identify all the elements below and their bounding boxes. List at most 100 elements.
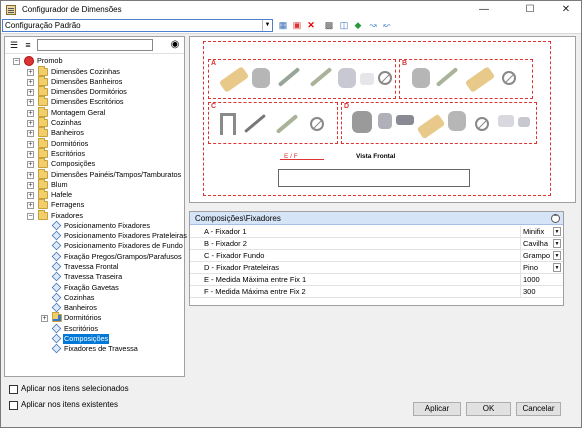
property-value-input[interactable]: 1000 <box>520 274 563 285</box>
export-icon[interactable]: ◫ <box>338 20 350 31</box>
tree-item[interactable]: Dimensões Escritórios <box>51 97 124 107</box>
unlink-icon[interactable]: ↜ <box>381 20 393 31</box>
delete-icon[interactable]: ✕ <box>305 20 317 31</box>
tree-item[interactable]: Dormitórios <box>51 139 88 149</box>
tree-item[interactable]: Ferragens <box>51 200 84 210</box>
tree-child[interactable]: Posicionamento Fixadores Prateleiras <box>64 231 187 241</box>
tree-item[interactable]: Montagem Geral <box>51 108 105 118</box>
tree-child[interactable]: Travessa Traseira <box>64 272 122 282</box>
chevron-down-icon[interactable]: ▼ <box>262 20 272 31</box>
property-name: E - Medida Máxima entre Fix 1 <box>204 275 307 284</box>
chevron-down-icon[interactable]: ▼ <box>553 251 561 260</box>
tree-child[interactable]: Travessa Frontal <box>64 262 118 272</box>
tree-child[interactable]: Dormitórios <box>64 313 101 323</box>
folder-icon <box>38 169 48 179</box>
tree-child[interactable]: Fixação Gavetas <box>64 283 119 293</box>
folder-icon <box>38 127 48 137</box>
property-row: F - Medida Máxima entre Fix 2 300 <box>190 286 563 298</box>
binoculars-icon[interactable]: ◉ <box>170 40 180 50</box>
tree-child-selected[interactable]: Composições <box>63 334 110 344</box>
link-icon[interactable]: ↝ <box>367 20 379 31</box>
property-value[interactable]: Grampo ▼ <box>520 250 563 261</box>
expand-toggle[interactable]: + <box>27 172 34 179</box>
property-value[interactable]: Pino ▼ <box>520 262 563 273</box>
close-icon[interactable]: ✕ <box>553 1 579 18</box>
tree-item[interactable]: Dimensões Dormitórios <box>51 87 127 97</box>
tree-child[interactable]: Fixadores de Travessa <box>64 344 138 354</box>
ok-button[interactable]: OK <box>466 402 511 416</box>
config-leaf-icon <box>51 261 62 272</box>
rename-icon[interactable]: ▦ <box>277 20 289 31</box>
expand-toggle[interactable]: + <box>27 110 34 117</box>
property-name: F - Medida Máxima entre Fix 2 <box>204 287 306 296</box>
chevron-down-icon[interactable]: ▼ <box>553 227 561 236</box>
tree-item[interactable]: Hafele <box>51 190 72 200</box>
expand-toggle[interactable]: + <box>27 141 34 148</box>
tree-view[interactable]: − Promob + Dimensões Cozinhas + Dimensões … <box>5 55 187 375</box>
minifix-image <box>448 111 466 131</box>
tree-item[interactable]: Dimensões Painéis/Tampos/Tamburatos <box>51 170 181 180</box>
tree-item[interactable]: Banheiros <box>51 128 84 138</box>
tree-child[interactable]: Fixação Pregos/Grampos/Parafusos <box>64 252 182 262</box>
tree-item[interactable]: Composições <box>51 159 95 169</box>
property-row: B - Fixador 2 Cavilha ▼ <box>190 238 563 250</box>
property-value[interactable]: Cavilha ▼ <box>520 238 563 249</box>
tree-root[interactable]: Promob <box>37 56 63 66</box>
property-value-input[interactable]: 300 <box>520 286 563 297</box>
property-name: D - Fixador Prateleiras <box>204 263 280 272</box>
collapse-all-icon[interactable]: ≡ <box>23 40 33 50</box>
expand-toggle[interactable]: + <box>27 130 34 137</box>
collapse-icon[interactable]: ⌃ <box>551 214 560 223</box>
tree-item[interactable]: Dimensões Banheiros <box>51 77 122 87</box>
config-leaf-icon <box>51 251 62 262</box>
expand-toggle[interactable]: + <box>27 99 34 106</box>
expand-toggle[interactable]: + <box>27 69 34 76</box>
expand-toggle[interactable]: + <box>27 192 34 199</box>
folder-icon <box>38 96 48 106</box>
save-icon[interactable]: ▩ <box>323 20 335 31</box>
chevron-down-icon[interactable]: ▼ <box>553 239 561 248</box>
property-value-text: Grampo <box>523 251 551 260</box>
new-config-icon[interactable]: ▣ <box>291 20 303 31</box>
apply-selected-checkbox[interactable] <box>9 385 18 394</box>
expand-toggle[interactable]: + <box>27 79 34 86</box>
tree-child[interactable]: Escritórios <box>64 324 98 334</box>
collapse-toggle[interactable]: − <box>13 58 20 65</box>
expand-toggle[interactable]: + <box>41 315 48 322</box>
expand-toggle[interactable]: + <box>27 202 34 209</box>
expand-toggle[interactable]: + <box>27 89 34 96</box>
expand-all-icon[interactable]: ☰ <box>9 40 19 50</box>
minimize-icon[interactable]: — <box>471 1 497 18</box>
chevron-down-icon[interactable]: ▼ <box>553 263 561 272</box>
apply-existing-checkbox[interactable] <box>9 401 18 410</box>
folder-icon <box>38 66 48 76</box>
apply-all-icon[interactable]: ◆ <box>352 20 364 31</box>
apply-button[interactable]: Aplicar <box>413 402 461 416</box>
expand-toggle[interactable]: + <box>27 151 34 158</box>
tree-child[interactable]: Cozinhas <box>64 293 94 303</box>
cancel-button[interactable]: Cancelar <box>516 402 561 416</box>
tree-child[interactable]: Posicionamento Fixadores de Fundo <box>64 241 183 251</box>
tree-child[interactable]: Banheiros <box>64 303 97 313</box>
maximize-icon[interactable]: ☐ <box>517 1 543 18</box>
tree-item[interactable]: Dimensões Cozinhas <box>51 67 120 77</box>
group-d-label: D <box>344 103 350 110</box>
config-leaf-icon <box>51 302 62 313</box>
expand-toggle[interactable]: + <box>27 120 34 127</box>
tree-child[interactable]: Posicionamento Fixadores <box>64 221 150 231</box>
folder-icon <box>38 189 48 199</box>
property-value-text: Minifix <box>523 227 545 236</box>
collapse-toggle[interactable]: − <box>27 213 34 220</box>
folder-icon <box>52 312 62 322</box>
property-value[interactable]: Minifix ▼ <box>520 226 563 237</box>
config-combo[interactable]: Configuração Padrão ▼ <box>2 19 273 32</box>
tree-search-input[interactable] <box>37 39 153 51</box>
tree-item[interactable]: Cozinhas <box>51 118 81 128</box>
expand-toggle[interactable]: + <box>27 182 34 189</box>
tree-item[interactable]: Escritórios <box>51 149 85 159</box>
tree-item[interactable]: Blum <box>51 180 68 190</box>
expand-toggle[interactable]: + <box>27 161 34 168</box>
property-row: E - Medida Máxima entre Fix 1 1000 <box>190 274 563 286</box>
dialog-window: Configurador de Dimensões — ☐ ✕ Configur… <box>0 0 582 428</box>
property-value-text: Pino <box>523 263 539 272</box>
